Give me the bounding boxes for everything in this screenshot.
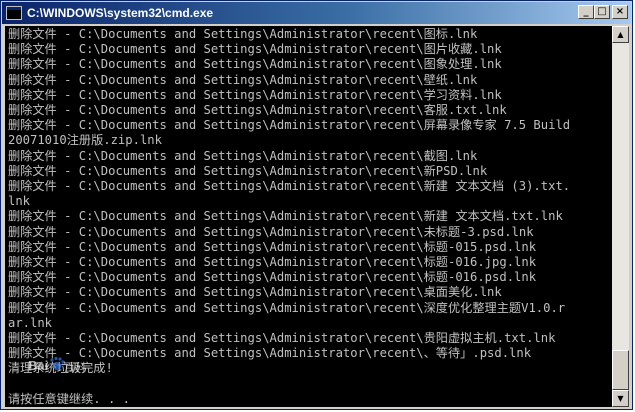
- console-line: lnk: [8, 194, 31, 209]
- console-line: 删除文件 - C:\Documents and Settings\Adminis…: [8, 163, 488, 178]
- console-line: 删除文件 - C:\Documents and Settings\Adminis…: [8, 87, 502, 102]
- scroll-up-button[interactable]: ▲: [612, 26, 629, 43]
- console-line: 删除文件 - C:\Documents and Settings\Adminis…: [8, 239, 537, 254]
- console-line: 删除文件 - C:\Documents and Settings\Adminis…: [8, 270, 537, 285]
- console-line: 删除文件 - C:\Documents and Settings\Adminis…: [8, 148, 478, 163]
- maximize-button[interactable]: □: [594, 5, 610, 19]
- window-title: C:\WINDOWS\system32\cmd.exe: [27, 6, 214, 20]
- console-line: 删除文件 - C:\Documents and Settings\Adminis…: [8, 331, 556, 345]
- console-line: 删除文件 - C:\Documents and Settings\Adminis…: [8, 255, 537, 269]
- console-line: 删除文件 - C:\Documents and Settings\Adminis…: [8, 42, 502, 57]
- console-line: 删除文件 - C:\Documents and Settings\Adminis…: [8, 179, 571, 193]
- paw-icon: [50, 356, 65, 370]
- arrow-up-icon: ▲: [617, 30, 624, 39]
- console-output[interactable]: 删除文件 - C:\Documents and Settings\Adminis…: [5, 26, 612, 407]
- console-line: 删除文件 - C:\Documents and Settings\Adminis…: [8, 285, 502, 300]
- scrollbar-thumb[interactable]: [612, 350, 629, 390]
- console-line: 20071010注册版.zip.lnk: [8, 133, 162, 148]
- vertical-scrollbar[interactable]: ▲ ▼: [612, 26, 629, 407]
- console-line: 删除文件 - C:\Documents and Settings\Adminis…: [8, 57, 502, 72]
- cmd-window: C:\WINDOWS\system32\cmd.exe _ □ × 删除文件 -…: [0, 0, 633, 410]
- console-line: ar.lnk: [8, 315, 53, 330]
- console-line: 删除文件 - C:\Documents and Settings\Adminis…: [8, 27, 478, 41]
- console-line: 删除文件 - C:\Documents and Settings\Adminis…: [8, 224, 534, 239]
- console-line: 删除文件 - C:\Documents and Settings\Adminis…: [8, 209, 563, 224]
- console-line: 请按任意键继续. . .: [8, 391, 130, 406]
- watermark-brand-latin: Bai: [28, 358, 48, 373]
- console-line: 删除文件 - C:\Documents and Settings\Adminis…: [8, 103, 507, 117]
- title-bar[interactable]: C:\WINDOWS\system32\cmd.exe _ □ ×: [2, 2, 631, 24]
- scroll-down-button[interactable]: ▼: [612, 390, 629, 407]
- minimize-button[interactable]: _: [578, 5, 594, 19]
- console-line: 删除文件 - C:\Documents and Settings\Adminis…: [8, 72, 478, 87]
- baidu-baike-watermark: Bai 百科: [28, 356, 86, 374]
- window-controls: _ □ ×: [578, 5, 628, 19]
- arrow-down-icon: ▼: [617, 394, 624, 403]
- console-icon[interactable]: [6, 6, 22, 20]
- console-line: 删除文件 - C:\Documents and Settings\Adminis…: [8, 118, 571, 133]
- console-line: 删除文件 - C:\Documents and Settings\Adminis…: [8, 300, 566, 315]
- close-button[interactable]: ×: [612, 5, 628, 19]
- watermark-brand-cjk: 百科: [64, 360, 86, 374]
